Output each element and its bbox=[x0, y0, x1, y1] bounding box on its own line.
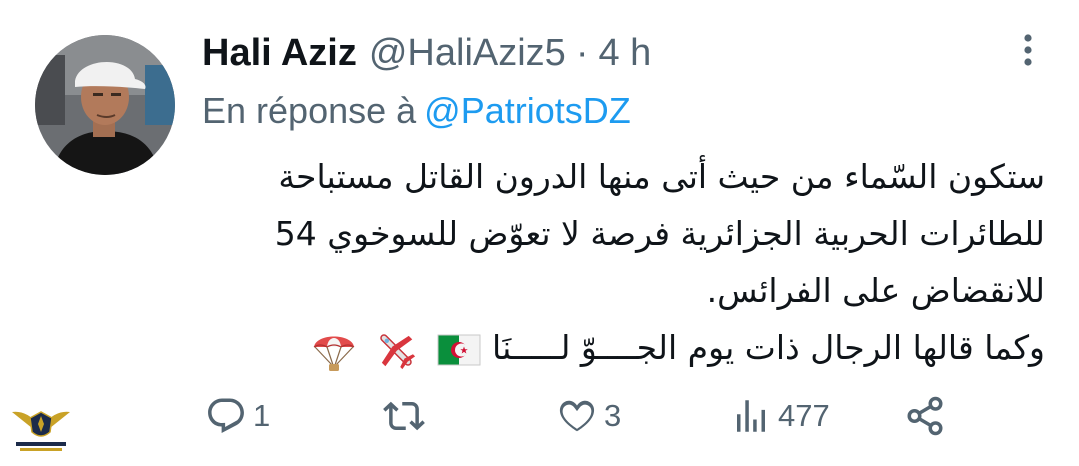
tweet-text-line: للطائرات الحربية الجزائرية فرصة لا تعوّض… bbox=[274, 214, 1045, 253]
reply-prefix: En réponse à bbox=[202, 90, 417, 131]
forum-logo-icon bbox=[12, 411, 70, 451]
tweet-text-line-with-emojis: وكما قالها الرجال ذات يوم الجــــوّ لـــ… bbox=[200, 319, 1045, 376]
tweet-actions: 1 3 477 bbox=[0, 388, 1079, 444]
author-handle[interactable]: @HaliAziz5 bbox=[369, 28, 566, 78]
avatar[interactable] bbox=[35, 35, 175, 175]
arab-defense-forum-watermark-logo bbox=[8, 398, 74, 460]
airplane-emoji bbox=[373, 327, 419, 373]
algeria-flag-emoji bbox=[436, 327, 482, 373]
views-button[interactable]: 477 bbox=[730, 388, 830, 444]
tweet-header: Hali Aziz @HaliAziz5 · 4 h bbox=[202, 28, 651, 78]
reply-context: En réponse à @PatriotsDZ bbox=[202, 86, 631, 136]
tweet-timestamp[interactable]: 4 h bbox=[598, 28, 651, 78]
share-button[interactable] bbox=[904, 388, 946, 444]
reply-button[interactable]: 1 bbox=[205, 388, 270, 444]
heart-icon bbox=[559, 400, 595, 432]
reply-count: 1 bbox=[253, 398, 271, 433]
views-count: 477 bbox=[778, 398, 830, 433]
parachute-emoji bbox=[311, 327, 357, 373]
tweet-text: ستكون السّماء من حيث أتى منها الدرون الق… bbox=[200, 148, 1045, 376]
more-vertical-icon bbox=[1024, 34, 1032, 66]
retweet-button[interactable] bbox=[383, 388, 431, 444]
like-button[interactable]: 3 bbox=[556, 388, 621, 444]
tweet-text-line: وكما قالها الرجال ذات يوم الجــــوّ لـــ… bbox=[492, 328, 1045, 367]
more-button[interactable] bbox=[1010, 30, 1046, 70]
share-icon bbox=[907, 396, 943, 436]
tweet: Hali Aziz @HaliAziz5 · 4 h En réponse à @… bbox=[0, 0, 1079, 466]
author-display-name[interactable]: Hali Aziz bbox=[202, 28, 357, 78]
tweet-text-line: ستكون السّماء من حيث أتى منها الدرون الق… bbox=[278, 157, 1045, 196]
tweet-text-line: للانقضاض على الفرائس. bbox=[706, 271, 1045, 310]
separator-dot: · bbox=[575, 32, 589, 74]
avatar-image bbox=[35, 35, 175, 175]
reply-mention-link[interactable]: @PatriotsDZ bbox=[424, 90, 631, 131]
views-icon bbox=[737, 400, 765, 432]
reply-icon bbox=[208, 398, 244, 433]
like-count: 3 bbox=[604, 398, 622, 433]
retweet-icon bbox=[383, 401, 425, 431]
